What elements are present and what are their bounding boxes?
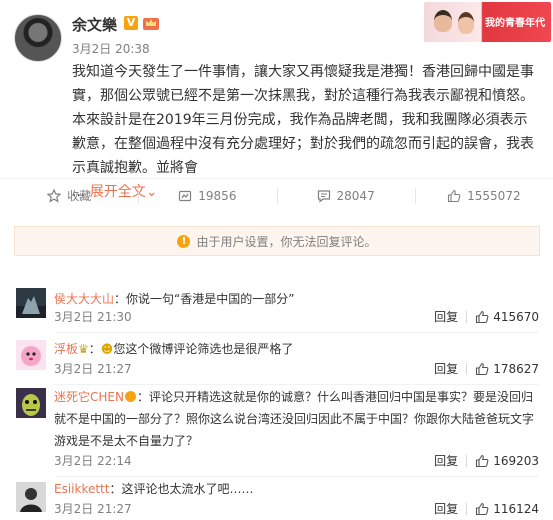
warning-icon: ! (177, 234, 191, 248)
comment-text: 浮板♛：☻您这个微博评论筛选也是很严格了 (54, 342, 294, 356)
notice-text: 由于用户设置，你无法回复评论。 (196, 234, 377, 249)
comment-icon (317, 189, 330, 203)
repost-icon (179, 190, 192, 201)
comment-divider (54, 332, 539, 333)
comment-actions: 回复 169203 (434, 452, 539, 469)
comment-divider (54, 384, 539, 385)
reply-button[interactable]: 回复 (434, 308, 458, 325)
weibo-post: 余文樂 V 3月2日 20:38 我的青春年代 我知道今天發生了一件事情，讓大家… (0, 0, 553, 200)
comment-like-count: 116124 (493, 501, 539, 516)
thumbs-up-icon[interactable] (475, 502, 489, 516)
commenter-name[interactable]: 侯大大大山 (54, 292, 114, 306)
comment-text: 迷死它CHEN ：评论只开精选这就是你的诚意？什么叫香港回归中国是事实？要是没回归… (54, 386, 540, 452)
reply-button[interactable]: 回复 (434, 360, 458, 377)
reply-button[interactable]: 回复 (434, 452, 458, 469)
like-count: 1555072 (467, 188, 521, 203)
comment-divider (54, 476, 539, 477)
divider (466, 502, 468, 515)
promo-banner[interactable]: 我的青春年代 (424, 2, 551, 42)
commenter-avatar[interactable] (16, 288, 46, 318)
reply-disabled-notice: ! 由于用户设置，你无法回复评论。 (14, 226, 540, 256)
comment-count: 28047 (336, 188, 375, 203)
thumbs-up-icon[interactable] (475, 310, 489, 324)
banner-text: 我的青春年代 (485, 18, 545, 29)
thumbs-up-icon[interactable] (475, 454, 489, 468)
commenter-avatar[interactable] (16, 340, 46, 370)
thumbs-up-icon[interactable] (475, 362, 489, 376)
commenter-avatar[interactable] (16, 482, 46, 512)
comment-actions: 回复 178627 (434, 360, 539, 377)
comment-body: 您这个微博评论筛选也是很严格了 (113, 342, 294, 356)
commenter-avatar[interactable] (16, 388, 46, 418)
thumbs-up-icon (448, 189, 461, 202)
commenter-name[interactable]: 迷死它CHEN (54, 390, 124, 404)
divider (466, 454, 468, 467)
commenter-name[interactable]: 浮板 (54, 342, 78, 356)
verified-badge-icon: V (124, 16, 138, 30)
banner-person (434, 10, 452, 32)
post-action-bar: 收藏 19856 28047 1555072 (0, 178, 553, 212)
comment-time: 3月2日 22:14 (54, 454, 132, 468)
comment-time: 3月2日 21:27 (54, 502, 132, 516)
comment-actions: 回复 415670 (434, 308, 539, 325)
repost-button[interactable]: 19856 (138, 179, 276, 212)
star-icon (47, 188, 62, 203)
reply-button[interactable]: 回复 (434, 500, 458, 517)
comment-like-count: 178627 (493, 361, 539, 376)
repost-count: 19856 (198, 188, 237, 203)
post-body-text: 我知道今天發生了一件事情，讓大家又再懷疑我是港獨！香港回歸中國是事實，那個公眾號… (72, 64, 534, 176)
comment-body: ：你说一句“香港是中国的一部分” (114, 292, 295, 306)
divider (466, 362, 468, 375)
comment-button[interactable]: 28047 (276, 179, 415, 212)
comment-time: 3月2日 21:30 (54, 310, 132, 324)
post-time[interactable]: 3月2日 20:38 (72, 40, 150, 57)
commenter-name[interactable]: Esiikkettt (54, 482, 109, 496)
comment-time: 3月2日 21:27 (54, 362, 132, 376)
divider (466, 310, 468, 323)
favorite-label: 收藏 (67, 189, 92, 203)
comment-like-count: 415670 (493, 309, 539, 324)
banner-person (458, 12, 474, 34)
member-crown-icon[interactable] (142, 15, 160, 31)
comment-text: 侯大大大山：你说一句“香港是中国的一部分” (54, 288, 540, 310)
verified-badge-icon (124, 391, 136, 402)
favorite-button[interactable]: 收藏 (0, 179, 138, 212)
emoji-sign-icon: ♛ (78, 342, 89, 356)
comment-actions: 回复 116124 (434, 500, 539, 517)
comment-like-count: 169203 (493, 453, 539, 468)
author-name[interactable]: 余文樂 (72, 14, 117, 35)
emoji-face-icon: ☻ (100, 342, 114, 356)
comment-body: ：这评论也太流水了吧…… (109, 482, 254, 496)
author-avatar[interactable] (14, 14, 62, 62)
comment-text: Esiikkettt：这评论也太流水了吧…… (54, 478, 540, 500)
like-button[interactable]: 1555072 (414, 179, 553, 212)
